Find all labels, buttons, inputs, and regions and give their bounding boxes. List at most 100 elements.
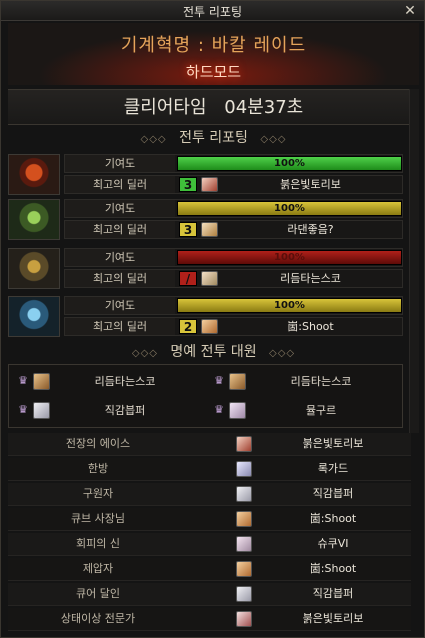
dungeon-banner: 기계혁명 : 바칼 레이드 하드모드 xyxy=(8,23,419,85)
medal-icon: ♛ xyxy=(214,374,224,387)
honor-member-name: 뮬구르 xyxy=(305,404,337,417)
avatar xyxy=(236,461,252,477)
award-row: 전장의 에이스 붉은빛토리보 xyxy=(8,433,411,456)
best-dealer-row: 최고의 딜러 / 리듬타는스코 xyxy=(64,269,403,288)
award-winner-name[interactable]: 붉은빛토리보 xyxy=(258,433,408,455)
honor-member[interactable]: ♛ 리듬타는스코 xyxy=(209,370,399,394)
contribution-row: 기여도 100% xyxy=(64,154,403,173)
award-winner-name[interactable]: 崮:Shoot xyxy=(258,558,408,580)
avatar xyxy=(236,486,252,502)
honor-members: ♛ 리듬타는스코 ♛ 리듬타는스코 ♛ 직감븝퍼 ♛ 뮬구르 xyxy=(8,364,403,428)
contribution-value: 100% xyxy=(274,300,305,311)
ornament-right-icon: ◇◇◇ xyxy=(269,348,296,359)
player-row: 기여도 100% 최고의 딜러 / 리듬타는스코 xyxy=(8,248,403,289)
avatar xyxy=(229,402,246,419)
avatar xyxy=(236,436,252,452)
honor-member-name: 직감븝퍼 xyxy=(104,404,146,417)
award-title: 회피의 신 xyxy=(76,537,120,550)
award-winner-name[interactable]: 슈쿠VI xyxy=(258,533,408,555)
difficulty-mode: 하드모드 xyxy=(185,63,242,81)
ornament-left-icon: ◇◇◇ xyxy=(131,348,158,359)
player-row: 기여도 100% 최고의 딜러 3 붉은빛토리보 xyxy=(8,154,403,195)
honor-member-name: 리듬타는스코 xyxy=(290,375,352,388)
ornament-left-icon: ◇◇◇ xyxy=(140,134,167,145)
award-list: 전장의 에이스 붉은빛토리보 한방 록가드 구원자 직감븝퍼 큐브 사장님 崮:… xyxy=(8,433,411,638)
award-title: 전장의 에이스 xyxy=(65,437,131,450)
best-dealer-label: 최고의 딜러 xyxy=(65,176,175,193)
award-row: 한방 록가드 xyxy=(8,458,411,481)
award-title: 큐어 달인 xyxy=(76,587,120,600)
best-dealer-name[interactable]: 리듬타는스코 xyxy=(223,271,398,286)
award-winner-name[interactable]: 붉은빛토리보 xyxy=(258,608,408,630)
window-title: 전투 리포팅 xyxy=(182,5,242,19)
rank-badge: / xyxy=(179,271,197,286)
award-winner-name[interactable]: 록가드 xyxy=(258,458,408,480)
award-winner-name[interactable]: 직감븝퍼 xyxy=(258,483,408,505)
honor-section-heading: ◇◇◇ 명예 전투 대원 ◇◇◇ xyxy=(8,342,419,362)
red-helmet-icon xyxy=(8,154,60,195)
rank-badge: 3 xyxy=(179,222,197,237)
medal-icon: ♛ xyxy=(18,374,28,387)
contribution-value: 100% xyxy=(274,252,305,263)
best-dealer-label: 최고의 딜러 xyxy=(65,270,175,287)
ornament-right-icon: ◇◇◇ xyxy=(260,134,287,145)
contribution-value: 100% xyxy=(274,158,305,169)
award-row: 상태이상 전문가 붉은빛토리보 xyxy=(8,608,411,631)
award-winner-name[interactable]: 崮:Shoot xyxy=(258,508,408,530)
avatar xyxy=(201,319,218,334)
award-title: 큐브 사장님 xyxy=(70,512,126,525)
green-helmet-icon xyxy=(8,199,60,240)
best-dealer-name[interactable]: 崮:Shoot xyxy=(223,319,398,334)
honor-member[interactable]: ♛ 리듬타는스코 xyxy=(13,370,203,394)
honor-member[interactable]: ♛ 직감븝퍼 xyxy=(13,399,203,423)
dungeon-name: 기계혁명 : 바칼 레이드 xyxy=(120,35,307,56)
best-dealer-label: 최고의 딜러 xyxy=(65,221,175,238)
avatar xyxy=(201,271,218,286)
close-icon[interactable]: ✕ xyxy=(402,3,418,19)
report-heading: 전투 리포팅 xyxy=(179,130,248,146)
scrollbar[interactable] xyxy=(409,89,419,433)
avatar xyxy=(236,611,252,627)
report-section-heading: ◇◇◇ 전투 리포팅 ◇◇◇ xyxy=(8,128,419,148)
honor-member-name: 리듬타는스코 xyxy=(94,375,156,388)
award-title: 제압자 xyxy=(82,562,114,575)
contribution-value: 100% xyxy=(274,203,305,214)
avatar xyxy=(236,536,252,552)
award-winner-name[interactable]: 직감븝퍼 xyxy=(258,583,408,605)
player-row: 기여도 100% 최고의 딜러 3 라댄좋음? xyxy=(8,199,403,240)
avatar xyxy=(201,177,218,192)
contribution-label: 기여도 xyxy=(65,155,175,172)
best-dealer-name[interactable]: 붉은빛토리보 xyxy=(223,177,398,192)
blue-helmet-icon xyxy=(8,296,60,337)
award-row: 구원자 직감븝퍼 xyxy=(8,483,411,506)
contribution-label: 기여도 xyxy=(65,297,175,314)
battle-report-window: 전투 리포팅 ✕ 기계혁명 : 바칼 레이드 하드모드 클리어타임 04분37초… xyxy=(0,0,425,638)
avatar xyxy=(33,402,50,419)
contribution-label: 기여도 xyxy=(65,200,175,217)
contribution-label: 기여도 xyxy=(65,249,175,266)
rank-badge: 2 xyxy=(179,319,197,334)
clear-time-bar: 클리어타임 04분37초 xyxy=(8,89,419,125)
contribution-row: 기여도 100% xyxy=(64,296,403,315)
title-bar[interactable]: 전투 리포팅 ✕ xyxy=(1,1,424,21)
best-dealer-row: 최고의 딜러 3 붉은빛토리보 xyxy=(64,175,403,194)
best-dealer-row: 최고의 딜러 2 崮:Shoot xyxy=(64,317,403,336)
player-row: 기여도 100% 최고의 딜러 2 崮:Shoot xyxy=(8,296,403,337)
contribution-row: 기여도 100% xyxy=(64,199,403,218)
award-title: 한방 xyxy=(87,462,109,475)
best-dealer-name[interactable]: 라댄좋음? xyxy=(223,222,398,237)
award-title: 상태이상 전문가 xyxy=(60,612,136,625)
award-title: 구원자 xyxy=(82,487,114,500)
award-row: 큐어 달인 직감븝퍼 xyxy=(8,583,411,606)
medal-icon: ♛ xyxy=(18,403,28,416)
clear-time-value: 04분37초 xyxy=(224,97,304,118)
honor-member[interactable]: ♛ 뮬구르 xyxy=(209,399,399,423)
avatar xyxy=(201,222,218,237)
avatar xyxy=(229,373,246,390)
award-row: 제압자 崮:Shoot xyxy=(8,558,411,581)
avatar xyxy=(236,511,252,527)
avatar xyxy=(33,373,50,390)
clear-time-label: 클리어타임 xyxy=(123,97,207,118)
avatar xyxy=(236,561,252,577)
honor-heading: 명예 전투 대원 xyxy=(170,344,257,360)
